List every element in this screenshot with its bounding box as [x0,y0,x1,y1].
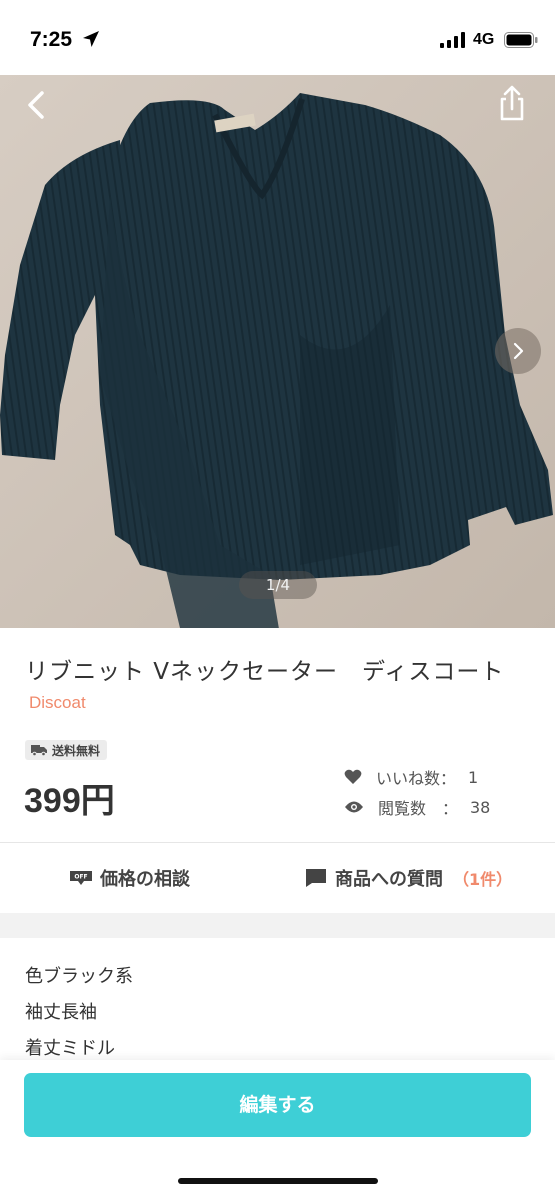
network-type: 4G [473,31,495,48]
spec-body-length: 着丈ミドル [25,1038,115,1059]
likes-stat: いいね数： 1 [344,765,478,789]
comment-icon [306,869,326,887]
back-chevron-icon [28,91,44,119]
home-indicator [178,1178,378,1184]
price-negotiation-button[interactable]: OFF 価格の相談 [70,843,190,913]
price-tag-off-icon: OFF [70,871,92,885]
action-row: OFF 価格の相談 商品への質問 （1件） [0,843,555,913]
heart-icon [344,769,362,784]
item-price: 399円 [24,782,115,820]
battery-icon [504,32,538,48]
views-label: 閲覧数 ： [378,799,459,818]
location-arrow-icon [83,31,99,47]
chevron-right-icon [513,342,524,360]
views-stat: 閲覧数 ： 38 [344,795,490,819]
question-button[interactable]: 商品への質問 （1件） [305,843,512,913]
section-separator [0,913,555,938]
share-button[interactable] [494,83,530,123]
svg-text:OFF: OFF [74,874,87,881]
back-button[interactable] [20,85,52,125]
truck-icon [31,745,47,756]
image-page-indicator: 1/4 [239,571,317,599]
sweater-image [0,93,553,628]
status-bar: 7:25 4G [0,0,555,75]
shipping-badge-label: 送料無料 [52,743,101,758]
eye-icon [345,801,363,813]
brand-link[interactable]: Discoat [29,693,86,713]
item-title: リブニット Vネックセーター ディスコート [25,659,505,685]
share-icon [500,85,524,121]
shipping-badge: 送料無料 [25,740,108,760]
bottom-bar: 編集する [0,1060,555,1200]
question-label: 商品への質問 [335,869,443,890]
status-time: 7:25 [30,28,73,51]
question-count: （1件） [453,870,513,889]
cellular-signal-icon [440,32,465,48]
views-value: 38 [470,797,491,817]
price-negotiation-label: 価格の相談 [100,869,190,890]
spec-color: 色ブラック系 [25,966,133,987]
next-image-button[interactable] [495,328,541,374]
edit-button[interactable]: 編集する [24,1073,531,1137]
spec-sleeve-length: 袖丈長袖 [25,1002,97,1023]
likes-value: 1 [468,767,479,787]
likes-label: いいね数： [376,769,457,788]
product-photo[interactable]: 1/4 [0,75,555,628]
